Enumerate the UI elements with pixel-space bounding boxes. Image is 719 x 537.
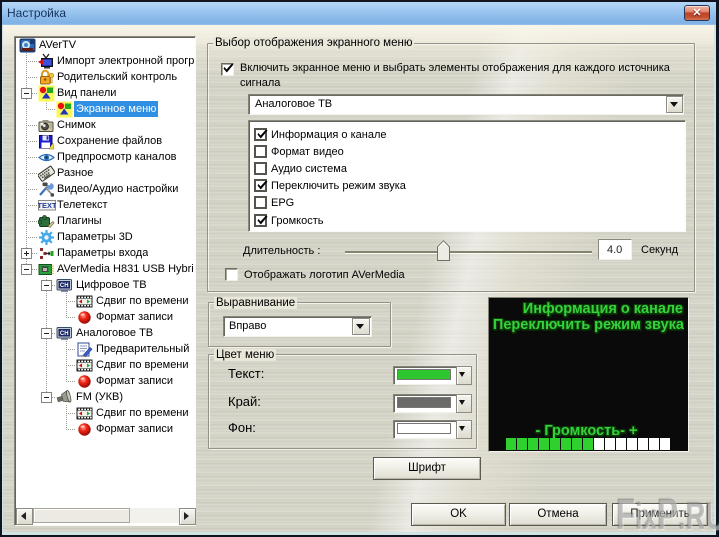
svg-text:TEXT: TEXT xyxy=(38,201,56,210)
svg-text:CH: CH xyxy=(60,331,69,337)
svg-text:CH: CH xyxy=(60,283,69,289)
